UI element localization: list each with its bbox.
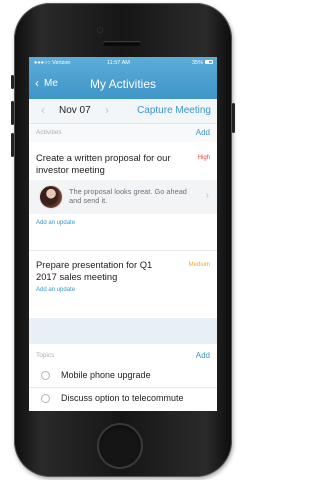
topics-header: Topics Add <box>29 347 217 365</box>
earpiece-speaker <box>103 41 141 46</box>
next-day-icon[interactable]: › <box>105 103 109 117</box>
activity-title: Create a written proposal for our invest… <box>36 152 171 175</box>
topic-item[interactable]: Discuss option to telecommute <box>29 388 217 410</box>
comment-row[interactable]: The proposal looks great. Go ahead and s… <box>29 180 217 214</box>
add-update-link[interactable]: Add an update <box>36 287 75 293</box>
activities-label: Activities <box>36 129 62 136</box>
activity-title: Prepare presentation for Q1 2017 sales m… <box>36 259 153 282</box>
power-button <box>232 103 235 133</box>
prev-day-icon[interactable]: ‹ <box>41 103 45 117</box>
topics-label: Topics <box>36 352 55 359</box>
priority-badge: Medium <box>188 262 210 268</box>
topic-label: Discuss option to telecommute <box>61 393 184 403</box>
mute-switch <box>11 75 14 89</box>
priority-badge: High <box>197 155 210 161</box>
add-activity-button[interactable]: Add <box>196 128 210 137</box>
front-camera <box>97 27 103 33</box>
section-spacer <box>29 318 217 344</box>
nav-bar: ●●●○○ Verizon 11:57 AM 35% ‹ Me My Activ… <box>29 57 217 99</box>
home-button[interactable] <box>97 423 143 469</box>
activities-header: Activities Add <box>29 124 217 142</box>
chevron-right-icon: › <box>205 190 209 201</box>
topic-label: Mobile phone upgrade <box>61 370 151 380</box>
activity-item[interactable]: Create a written proposal for our invest… <box>29 142 217 250</box>
volume-up-button <box>11 101 14 125</box>
battery-icon <box>205 60 213 64</box>
current-date: Nov 07 <box>59 105 91 116</box>
add-update-link[interactable]: Add an update <box>36 220 75 226</box>
carrier-label: ●●●○○ Verizon <box>34 60 71 66</box>
topic-item[interactable]: Mobile phone upgrade <box>29 365 217 387</box>
page-title: My Activities <box>89 77 156 91</box>
battery-percent: 35% <box>191 60 203 66</box>
app-screen: ●●●○○ Verizon 11:57 AM 35% ‹ Me My Activ… <box>29 57 217 411</box>
date-bar: ‹ Nov 07 › Capture Meeting <box>29 99 217 124</box>
capture-meeting-button[interactable]: Capture Meeting <box>137 105 211 116</box>
activity-item[interactable]: Prepare presentation for Q1 2017 sales m… <box>29 251 217 309</box>
topic-checkbox[interactable] <box>41 394 50 403</box>
avatar <box>39 185 63 209</box>
topic-checkbox[interactable] <box>41 371 50 380</box>
comment-text: The proposal looks great. Go ahead and s… <box>69 187 187 205</box>
volume-down-button <box>11 133 14 157</box>
add-topic-button[interactable]: Add <box>196 351 210 360</box>
clock: 11:57 AM <box>107 60 130 66</box>
